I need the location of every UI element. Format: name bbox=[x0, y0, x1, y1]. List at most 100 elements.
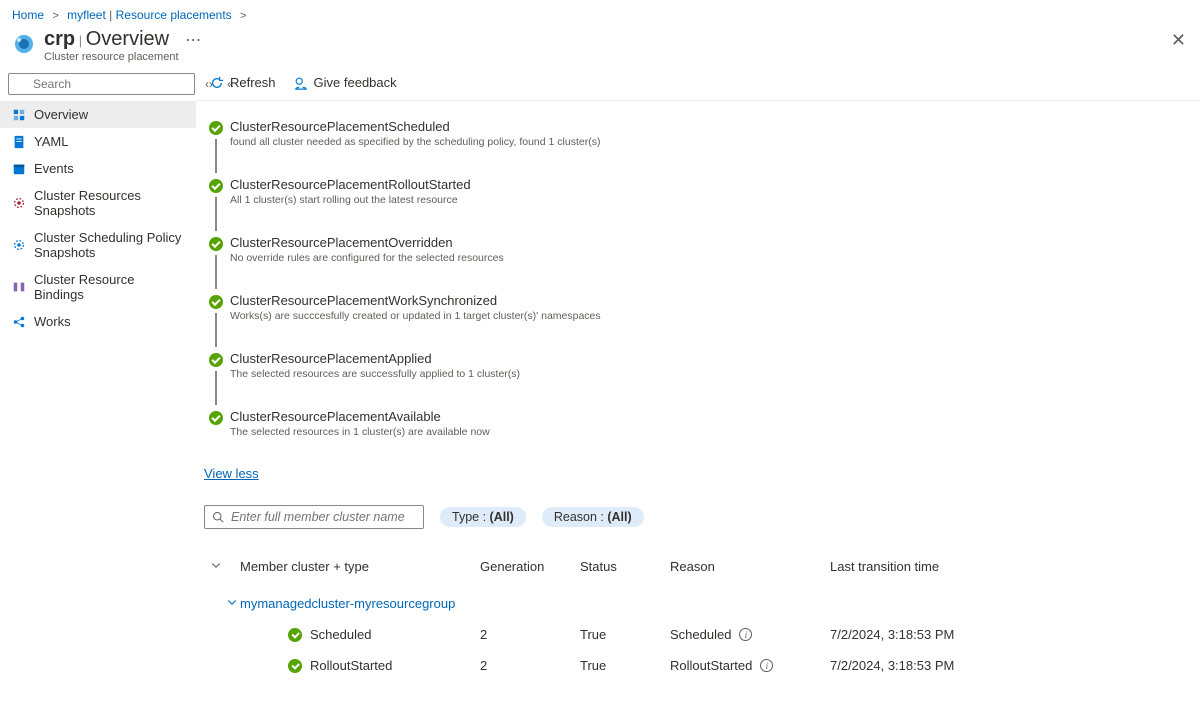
row-generation: 2 bbox=[480, 627, 580, 642]
row-generation: 2 bbox=[480, 658, 580, 673]
timeline-row: ClusterResourcePlacementOverridden No ove… bbox=[202, 235, 1200, 293]
sidebar-item-label: Works bbox=[34, 314, 71, 329]
row-status: True bbox=[580, 658, 670, 673]
sidebar-item-overview[interactable]: Overview bbox=[0, 101, 196, 128]
more-actions-button[interactable]: ⋯ bbox=[185, 30, 201, 50]
document-icon bbox=[12, 135, 26, 149]
breadcrumb-home[interactable]: Home bbox=[12, 8, 44, 22]
breadcrumb-resource-placements[interactable]: Resource placements bbox=[116, 8, 232, 22]
breadcrumb-myfleet[interactable]: myfleet bbox=[67, 8, 106, 22]
overview-icon bbox=[12, 108, 26, 122]
sidebar-item-events[interactable]: Events bbox=[0, 155, 196, 182]
timeline-row: ClusterResourcePlacementRolloutStarted Al… bbox=[202, 177, 1200, 235]
success-icon bbox=[209, 295, 223, 309]
condition-desc: Works(s) are succcesfully created or upd… bbox=[230, 310, 601, 322]
refresh-icon bbox=[210, 76, 224, 90]
row-time: 7/2/2024, 3:18:53 PM bbox=[830, 658, 1030, 673]
view-less-link[interactable]: View less bbox=[196, 458, 259, 481]
filter-value: (All) bbox=[490, 510, 514, 524]
filter-label: Type : bbox=[452, 510, 490, 524]
condition-title: ClusterResourcePlacementApplied bbox=[230, 351, 520, 366]
feedback-button[interactable]: Give feedback bbox=[294, 75, 397, 90]
condition-title: ClusterResourcePlacementAvailable bbox=[230, 409, 490, 424]
filter-value: (All) bbox=[607, 510, 631, 524]
chevron-down-icon bbox=[226, 596, 238, 608]
success-icon bbox=[209, 121, 223, 135]
sidebar: ‹› « Overview YAML Events Cluster Resour… bbox=[0, 69, 196, 701]
success-icon bbox=[209, 237, 223, 251]
success-icon bbox=[288, 659, 302, 673]
search-icon bbox=[212, 511, 224, 523]
sidebar-item-label: YAML bbox=[34, 134, 68, 149]
member-cluster-search-input[interactable] bbox=[204, 505, 424, 529]
toolbar: Refresh Give feedback bbox=[196, 69, 1200, 101]
sidebar-search-input[interactable] bbox=[8, 73, 195, 95]
info-icon[interactable]: i bbox=[739, 628, 752, 641]
snapshot-icon bbox=[12, 196, 26, 210]
sidebar-item-cluster-scheduling-policy-snapshots[interactable]: Cluster Scheduling Policy Snapshots bbox=[0, 224, 196, 266]
table-row: RolloutStarted 2 True RolloutStarted i 7… bbox=[204, 650, 1200, 681]
col-member[interactable]: Member cluster + type bbox=[240, 559, 480, 574]
member-cluster-table: Member cluster + type Generation Status … bbox=[196, 529, 1200, 681]
condition-desc: All 1 cluster(s) start rolling out the l… bbox=[230, 194, 471, 206]
condition-title: ClusterResourcePlacementRolloutStarted bbox=[230, 177, 471, 192]
sidebar-item-yaml[interactable]: YAML bbox=[0, 128, 196, 155]
filter-bar: Type : (All) Reason : (All) bbox=[196, 481, 1200, 529]
expand-all-toggle[interactable] bbox=[204, 559, 240, 574]
sidebar-item-cluster-resources-snapshots[interactable]: Cluster Resources Snapshots bbox=[0, 182, 196, 224]
feedback-icon bbox=[294, 76, 308, 90]
condition-timeline: ClusterResourcePlacementScheduled found a… bbox=[196, 101, 1200, 458]
condition-title: ClusterResourcePlacementWorkSynchronized bbox=[230, 293, 601, 308]
policy-snapshot-icon bbox=[12, 238, 26, 252]
breadcrumb-separator: > bbox=[52, 10, 58, 22]
sidebar-item-label: Overview bbox=[34, 107, 88, 122]
filter-label: Reason : bbox=[554, 510, 608, 524]
sidebar-item-label: Cluster Scheduling Policy Snapshots bbox=[34, 230, 186, 260]
sidebar-item-label: Events bbox=[34, 161, 74, 176]
works-icon bbox=[12, 315, 26, 329]
main-content: Refresh Give feedback ClusterResourcePla… bbox=[196, 69, 1200, 701]
page-title: crp | Overview bbox=[44, 28, 169, 51]
condition-desc: No override rules are configured for the… bbox=[230, 252, 504, 264]
group-name: mymanagedcluster-myresourcegroup bbox=[240, 596, 1030, 611]
col-generation[interactable]: Generation bbox=[480, 559, 580, 574]
filter-pill-reason[interactable]: Reason : (All) bbox=[542, 507, 644, 527]
success-icon bbox=[288, 628, 302, 642]
table-group-row[interactable]: mymanagedcluster-myresourcegroup bbox=[204, 588, 1200, 619]
refresh-button[interactable]: Refresh bbox=[210, 75, 276, 90]
row-type: Scheduled bbox=[310, 627, 371, 642]
timeline-row: ClusterResourcePlacementApplied The selec… bbox=[202, 351, 1200, 409]
col-reason[interactable]: Reason bbox=[670, 559, 830, 574]
refresh-label: Refresh bbox=[230, 75, 276, 90]
events-icon bbox=[12, 162, 26, 176]
success-icon bbox=[209, 411, 223, 425]
row-type: RolloutStarted bbox=[310, 658, 392, 673]
condition-title: ClusterResourcePlacementOverridden bbox=[230, 235, 504, 250]
timeline-row: ClusterResourcePlacementAvailable The sel… bbox=[202, 409, 1200, 452]
sidebar-item-cluster-resource-bindings[interactable]: Cluster Resource Bindings bbox=[0, 266, 196, 308]
row-status: True bbox=[580, 627, 670, 642]
breadcrumb: Home > myfleet | Resource placements > bbox=[0, 0, 1200, 26]
condition-title: ClusterResourcePlacementScheduled bbox=[230, 119, 600, 134]
col-status[interactable]: Status bbox=[580, 559, 670, 574]
timeline-row: ClusterResourcePlacementWorkSynchronized… bbox=[202, 293, 1200, 351]
feedback-label: Give feedback bbox=[314, 75, 397, 90]
table-row: Scheduled 2 True Scheduled i 7/2/2024, 3… bbox=[204, 619, 1200, 650]
col-last[interactable]: Last transition time bbox=[830, 559, 1030, 574]
condition-desc: The selected resources are successfully … bbox=[230, 368, 520, 380]
info-icon[interactable]: i bbox=[760, 659, 773, 672]
filter-pill-type[interactable]: Type : (All) bbox=[440, 507, 526, 527]
sidebar-item-works[interactable]: Works bbox=[0, 308, 196, 335]
chevron-down-icon bbox=[210, 559, 222, 571]
condition-desc: The selected resources in 1 cluster(s) a… bbox=[230, 426, 490, 438]
close-button[interactable]: ✕ bbox=[1171, 30, 1186, 51]
row-reason: RolloutStarted bbox=[670, 658, 752, 673]
sidebar-item-label: Cluster Resource Bindings bbox=[34, 272, 186, 302]
timeline-row: ClusterResourcePlacementScheduled found a… bbox=[202, 119, 1200, 177]
sidebar-item-label: Cluster Resources Snapshots bbox=[34, 188, 186, 218]
success-icon bbox=[209, 353, 223, 367]
bindings-icon bbox=[12, 280, 26, 294]
row-reason: Scheduled bbox=[670, 627, 731, 642]
condition-desc: found all cluster needed as specified by… bbox=[230, 136, 600, 148]
page-subtitle: Cluster resource placement bbox=[44, 51, 201, 63]
